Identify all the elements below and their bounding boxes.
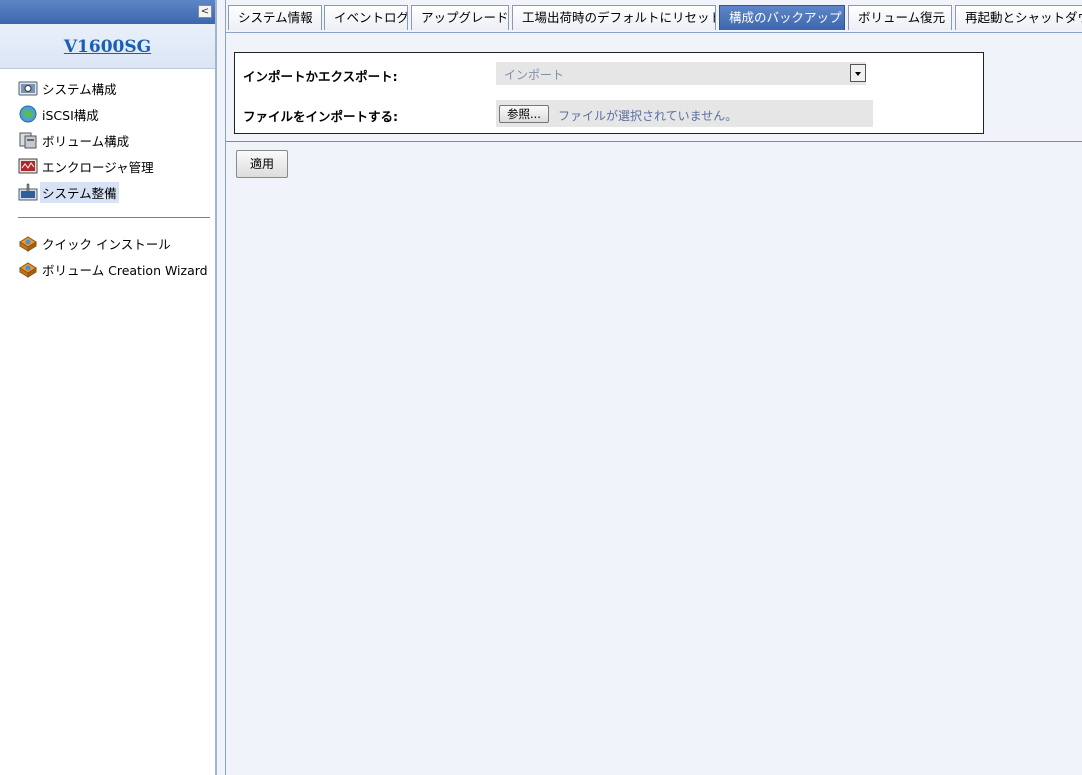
file-input[interactable]: 参照... ファイルが選択されていません。 xyxy=(496,100,873,127)
sidebar: < V1600SG システム構成 iSCSI構成 ボリューム構成 エンクロージャ… xyxy=(0,0,217,775)
chevron-down-icon[interactable] xyxy=(850,64,866,82)
sidebar-item-volume-config[interactable]: ボリューム構成 xyxy=(0,127,215,153)
sidebar-item-iscsi[interactable]: iSCSI構成 xyxy=(0,101,215,127)
volume-config-icon xyxy=(18,131,38,149)
volume-wizard-icon xyxy=(18,260,38,278)
sidebar-item-enclosure[interactable]: エンクロージャ管理 xyxy=(0,153,215,179)
tab-event-log[interactable]: イベントログ xyxy=(324,5,408,30)
device-name-link[interactable]: V1600SG xyxy=(64,37,151,57)
browse-button[interactable]: 参照... xyxy=(499,105,549,123)
apply-button[interactable]: 適用 xyxy=(236,150,288,178)
import-export-select[interactable]: インポート xyxy=(496,62,866,85)
tab-factory-reset[interactable]: 工場出荷時のデフォルトにリセット xyxy=(512,5,716,30)
sidebar-nav: システム構成 iSCSI構成 ボリューム構成 エンクロージャ管理 システム整備 xyxy=(0,69,215,205)
sidebar-divider xyxy=(18,217,210,218)
sidebar-item-label: エンクロージャ管理 xyxy=(42,159,154,175)
sidebar-item-label: システム整備 xyxy=(40,181,119,203)
sidebar-item-label: システム構成 xyxy=(42,81,117,97)
divider xyxy=(226,141,1082,142)
tab-system-info[interactable]: システム情報 xyxy=(228,5,322,30)
backup-form: インポートかエクスポート: インポート ファイルをインポートする: 参照... … xyxy=(234,52,984,134)
sidebar-header-bar: < xyxy=(0,0,215,24)
sidebar-item-label: iSCSI構成 xyxy=(42,107,99,123)
import-file-label: ファイルをインポートする: xyxy=(243,109,398,124)
tab-config-backup[interactable]: 構成のバックアップ xyxy=(719,5,845,30)
tab-reboot-shutdown[interactable]: 再起動とシャットダウン xyxy=(955,5,1082,30)
sidebar-item-quick-install[interactable]: クイック インストール xyxy=(0,230,215,256)
sidebar-item-volume-wizard[interactable]: ボリューム Creation Wizard xyxy=(0,256,215,282)
tab-volume-restore[interactable]: ボリューム復元 xyxy=(848,5,952,30)
file-status-text: ファイルが選択されていません。 xyxy=(558,109,738,123)
sidebar-item-system-config[interactable]: システム構成 xyxy=(0,75,215,101)
sidebar-item-label: ボリューム Creation Wizard xyxy=(42,262,208,278)
iscsi-globe-icon xyxy=(18,105,38,123)
system-config-icon xyxy=(18,79,38,97)
maintenance-tools-icon xyxy=(18,183,38,201)
tab-upgrade[interactable]: アップグレード xyxy=(411,5,509,30)
main-panel: システム情報 イベントログ アップグレード 工場出荷時のデフォルトにリセット 構… xyxy=(225,0,1082,775)
import-export-label: インポートかエクスポート: xyxy=(243,69,398,84)
sidebar-item-label: クイック インストール xyxy=(42,236,171,252)
brand-box: V1600SG xyxy=(0,24,215,69)
select-value: インポート xyxy=(504,68,565,82)
sidebar-item-label: ボリューム構成 xyxy=(42,133,130,149)
quick-install-icon xyxy=(18,234,38,252)
tab-bar: システム情報 イベントログ アップグレード 工場出荷時のデフォルトにリセット 構… xyxy=(226,0,1082,33)
collapse-sidebar-button[interactable]: < xyxy=(198,5,212,18)
sidebar-item-system-maintenance[interactable]: システム整備 xyxy=(0,179,215,205)
enclosure-monitor-icon xyxy=(18,157,38,175)
wizard-nav: クイック インストール ボリューム Creation Wizard xyxy=(0,230,215,282)
